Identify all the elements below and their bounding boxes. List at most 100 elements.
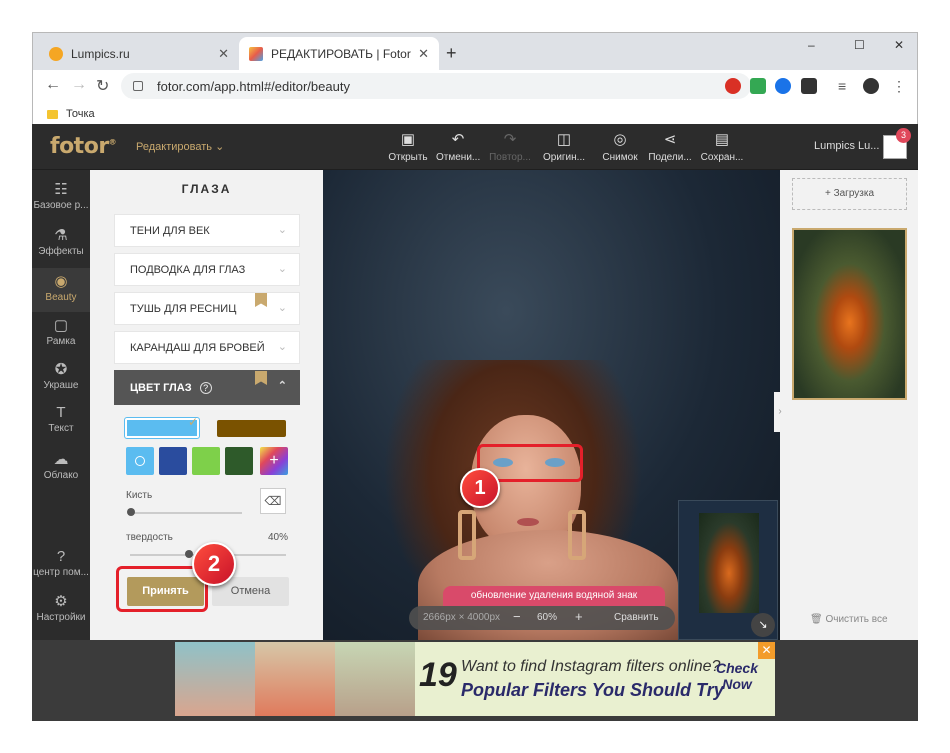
sticker-icon: ✪ xyxy=(54,361,68,378)
extension-icon[interactable] xyxy=(725,78,741,94)
image-icon: ▣ xyxy=(400,131,416,148)
eye-icon: ◉ xyxy=(54,273,68,290)
sidebar-item-help[interactable]: ? центр пом... xyxy=(32,548,90,578)
eyeshadow-item[interactable]: ТЕНИ ДЛЯ ВЕК ⌄ xyxy=(114,214,300,247)
tab-lumpics[interactable]: Lumpics.ru ✕ xyxy=(39,37,239,70)
help-icon[interactable]: ? xyxy=(199,381,212,394)
earring-left xyxy=(458,510,476,560)
ad-banner[interactable]: 19 Want to find Instagram filters online… xyxy=(175,642,775,716)
brush-slider[interactable] xyxy=(130,512,242,514)
user-name[interactable]: Lumpics Lu... xyxy=(814,140,879,152)
new-tab-button[interactable]: + xyxy=(446,43,457,64)
snapshot-button[interactable]: ◎ Снимок xyxy=(598,131,642,164)
maximize-button[interactable]: ☐ xyxy=(854,38,865,52)
save-icon: ▤ xyxy=(714,131,730,148)
eraser-icon[interactable]: ⌫ xyxy=(260,488,286,514)
save-button[interactable]: ▤ Сохран... xyxy=(700,131,744,164)
sidebar-item-basic[interactable]: ☷ Базовое р... xyxy=(32,180,90,211)
ad-line-1: Want to find Instagram filters online? xyxy=(461,658,721,675)
sidebar-item-beauty[interactable]: ◉ Beauty xyxy=(32,268,90,312)
fotor-favicon-icon xyxy=(249,46,263,61)
bookmark-tochka[interactable]: Точка xyxy=(66,108,95,120)
undo-button[interactable]: ↶ Отмени... xyxy=(436,131,480,164)
zoom-bar: 2666px × 4000px − 60% + Сравнить xyxy=(409,606,675,630)
expand-arrow-icon[interactable]: › xyxy=(774,392,786,432)
custom-color-plus-icon[interactable]: + xyxy=(260,447,288,475)
panel-title: ГЛАЗА xyxy=(181,182,232,196)
close-window-button[interactable]: ✕ xyxy=(894,38,904,52)
ad-close-icon[interactable]: ✕ xyxy=(758,642,775,659)
sidebar-item-text[interactable]: T Текст xyxy=(32,404,90,434)
sidebar-item-frame[interactable]: ▢ Рамка xyxy=(32,316,90,347)
zoom-in-button[interactable]: + xyxy=(575,609,583,624)
original-button[interactable]: ◫ Оригин... xyxy=(542,132,586,164)
brow-pencil-item[interactable]: КАРАНДАШ ДЛЯ БРОВЕЙ ⌄ xyxy=(114,331,300,364)
music-extension-icon[interactable] xyxy=(750,78,766,94)
color-swatch-navy[interactable] xyxy=(159,447,187,475)
undo-icon: ↶ xyxy=(451,131,465,148)
color-swatch-brown[interactable] xyxy=(217,420,286,437)
sidebar-item-effects[interactable]: ⚗ Эффекты xyxy=(32,226,90,257)
back-icon[interactable]: ← xyxy=(45,76,61,94)
watermark-banner[interactable]: обновление удаления водяной знак xyxy=(443,586,665,606)
ad-photo-1 xyxy=(175,642,255,716)
fotor-logo: fotor® xyxy=(50,134,117,159)
brush-label: Кисть xyxy=(126,490,153,501)
ad-line-2: Popular Filters You Should Try xyxy=(461,680,724,700)
earring-right xyxy=(568,510,586,560)
chevron-down-icon: ⌄ xyxy=(277,341,287,353)
compare-button[interactable]: Сравнить xyxy=(614,612,659,623)
hardness-slider-knob[interactable] xyxy=(185,550,193,558)
sidebar-item-cloud[interactable]: ☁ Облако xyxy=(32,450,90,481)
color-swatch-dark-green[interactable] xyxy=(225,447,253,475)
premium-icon xyxy=(255,293,267,307)
forward-icon[interactable]: → xyxy=(71,76,87,94)
open-button[interactable]: ▣ Открыть xyxy=(386,131,430,164)
eye-color-item[interactable]: ЦВЕТ ГЛАЗ? ⌃ xyxy=(114,370,300,405)
camera-icon: ◎ xyxy=(613,131,627,148)
check-icon: ✓ xyxy=(188,415,199,429)
tab-label: Lumpics.ru xyxy=(71,46,130,61)
clear-all-button[interactable]: 🗑 Очистить все xyxy=(810,614,888,625)
address-bar[interactable]: fotor.com/app.html#/editor/beauty ☆ xyxy=(121,73,751,99)
gear-icon: ⚙ xyxy=(54,593,68,610)
menu-icon[interactable]: ⋮ xyxy=(891,78,907,94)
sidebar-item-decor[interactable]: ✪ Украше xyxy=(32,360,90,391)
eyeliner-item[interactable]: ПОДВОДКА ДЛЯ ГЛАЗ ⌄ xyxy=(114,253,300,286)
color-swatch-green[interactable] xyxy=(192,447,220,475)
ad-cta[interactable]: Check Now xyxy=(711,660,763,692)
profile-avatar[interactable] xyxy=(863,78,879,94)
mode-dropdown[interactable]: Редактировать ⌄ xyxy=(136,140,224,153)
collapse-icon[interactable]: ↘ xyxy=(751,613,775,637)
ad-number: 19 xyxy=(419,656,457,694)
minimize-button[interactable]: – xyxy=(808,38,815,52)
browser-toolbar: ← → ↻ fotor.com/app.html#/editor/beauty … xyxy=(33,70,917,125)
zoom-out-button[interactable]: − xyxy=(513,609,521,624)
upload-button[interactable]: + Загрузка xyxy=(792,178,907,210)
mascara-item[interactable]: ТУШЬ ДЛЯ РЕСНИЦ ⌄ xyxy=(114,292,300,325)
chevron-down-icon: ⌄ xyxy=(277,224,287,236)
brush-slider-knob[interactable] xyxy=(127,508,135,516)
help-icon: ? xyxy=(56,548,66,565)
close-tab-icon[interactable]: ✕ xyxy=(418,46,429,62)
folder-icon xyxy=(47,109,58,119)
cube-extension-icon[interactable] xyxy=(801,78,817,94)
tab-fotor[interactable]: РЕДАКТИРОВАТЬ | Fotor ✕ xyxy=(239,37,439,70)
close-tab-icon[interactable]: ✕ xyxy=(218,46,229,62)
redo-button[interactable]: ↷ Повтор... xyxy=(488,132,532,164)
editor-canvas[interactable]: 1 ↘ обновление удаления водяной знак 266… xyxy=(323,170,780,640)
ad-text-area: 19 Want to find Instagram filters online… xyxy=(415,642,775,716)
share-button[interactable]: ⋖ Подели... xyxy=(648,132,692,164)
ad-photo-3 xyxy=(335,642,415,716)
globe-extension-icon[interactable] xyxy=(775,78,791,94)
app-topbar: fotor® Редактировать ⌄ ▣ Открыть ↶ Отмени.… xyxy=(32,124,918,170)
premium-icon xyxy=(255,371,267,385)
reload-icon[interactable]: ↻ xyxy=(96,76,109,96)
photo-thumbnail[interactable] xyxy=(792,228,907,400)
fotor-app: fotor® Редактировать ⌄ ▣ Открыть ↶ Отмени.… xyxy=(32,124,918,721)
sidebar-item-settings[interactable]: ⚙ Настройки xyxy=(32,592,90,623)
playlist-icon[interactable]: ≡ xyxy=(838,78,854,94)
chevron-down-icon: ⌄ xyxy=(277,302,287,314)
color-swatch-blue[interactable] xyxy=(126,447,154,475)
navigator-thumbnail[interactable]: ↘ xyxy=(678,500,778,640)
